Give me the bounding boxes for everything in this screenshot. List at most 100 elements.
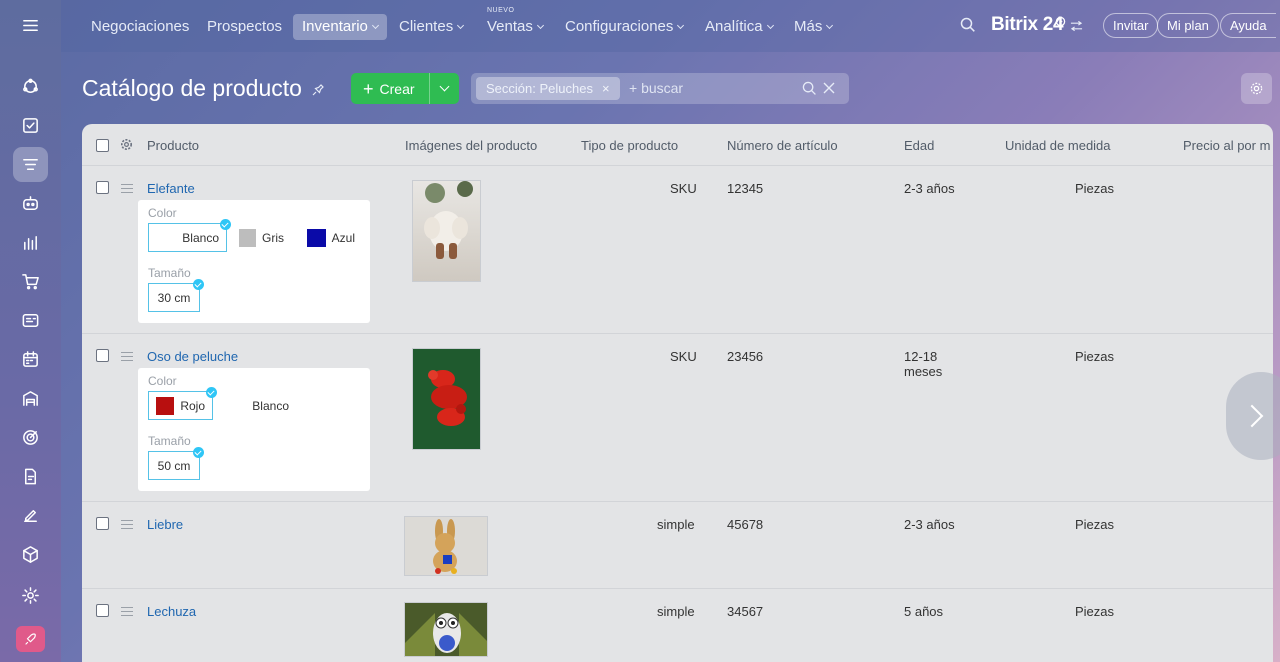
product-name-link[interactable]: Elefante — [147, 181, 195, 196]
drag-handle-icon[interactable] — [121, 352, 133, 361]
tasks-icon[interactable] — [13, 108, 48, 143]
table-row[interactable]: Liebre simple 45678 2-3 años Piezas — [82, 502, 1273, 589]
product-name-link[interactable]: Oso de peluche — [147, 349, 238, 364]
table-row[interactable]: Elefante Color Blanco Gris Azul Tamaño 3… — [82, 166, 1273, 334]
menu-icon[interactable] — [13, 8, 48, 43]
size-option[interactable]: 50 cm — [148, 447, 204, 480]
nav-label: Más — [794, 18, 823, 35]
my-plan-button[interactable]: Mi plan — [1157, 13, 1219, 38]
nav-analitica[interactable]: Analítica — [696, 14, 782, 40]
page-settings-button[interactable] — [1241, 73, 1272, 104]
table-row[interactable]: Oso de peluche Color Rojo Blanco Tamaño … — [82, 334, 1273, 502]
filter-search-bar[interactable]: Sección: Peluches × + buscar — [471, 73, 849, 104]
swap-icon[interactable] — [1070, 20, 1083, 32]
box-icon[interactable] — [13, 537, 48, 572]
calendar-icon[interactable] — [13, 342, 48, 377]
drag-handle-icon[interactable] — [121, 607, 133, 616]
next-page-button[interactable] — [1226, 372, 1280, 460]
create-main[interactable]: + Crear — [351, 80, 429, 98]
column-header[interactable]: Número de artículo — [727, 138, 838, 153]
select-all-checkbox[interactable] — [96, 139, 109, 152]
check-icon — [193, 279, 204, 290]
article-number: 45678 — [727, 517, 764, 532]
nav-ventas[interactable]: Ventas — [478, 14, 552, 40]
product-name-link[interactable]: Liebre — [147, 517, 183, 532]
color-option-blanco[interactable]: Blanco — [148, 219, 231, 252]
product-image[interactable] — [404, 602, 488, 657]
owl-photo — [405, 613, 487, 656]
column-header[interactable]: Producto — [147, 138, 199, 153]
product-type: SKU — [670, 349, 697, 364]
age: 2-3 años — [904, 181, 955, 196]
column-header[interactable]: Imágenes del producto — [405, 138, 537, 153]
nav-configuraciones[interactable]: Configuraciones — [556, 14, 692, 40]
product-image[interactable] — [404, 516, 488, 576]
document-icon[interactable] — [13, 459, 48, 494]
rocket-icon[interactable] — [16, 626, 45, 652]
color-option-blanco[interactable]: Blanco — [217, 391, 297, 420]
search-input[interactable]: + buscar — [629, 80, 683, 96]
catalog-icon[interactable] — [13, 147, 48, 182]
robot-icon[interactable] — [13, 186, 48, 221]
gear-icon — [1250, 82, 1263, 95]
color-swatch — [156, 396, 175, 415]
product-name-link[interactable]: Lechuza — [147, 604, 196, 619]
plus-icon: + — [363, 78, 374, 99]
create-button[interactable]: + Crear — [351, 73, 459, 104]
invite-button[interactable]: Invitar — [1103, 13, 1159, 38]
option-label: Blanco — [252, 398, 289, 413]
article-number: 34567 — [727, 604, 764, 619]
help-button[interactable]: Ayuda — [1220, 13, 1276, 38]
drag-handle-icon[interactable] — [121, 520, 133, 529]
column-header[interactable]: Edad — [904, 138, 934, 153]
nav-negociaciones[interactable]: Negociaciones — [82, 14, 198, 40]
nav-inventario[interactable]: Inventario — [293, 14, 387, 40]
option-label: Blanco — [182, 230, 219, 245]
sign-icon[interactable] — [13, 498, 48, 533]
column-header[interactable]: Tipo de producto — [581, 138, 678, 153]
search-icon[interactable] — [802, 81, 817, 96]
settings-icon[interactable] — [13, 578, 48, 613]
size-option[interactable]: 30 cm — [148, 279, 204, 312]
option-label: Gris — [262, 230, 284, 245]
crm-icon[interactable] — [13, 69, 48, 104]
pin-icon[interactable] — [311, 83, 325, 97]
cart-icon[interactable] — [13, 264, 48, 299]
row-checkbox[interactable] — [96, 181, 109, 194]
row-checkbox[interactable] — [96, 349, 109, 362]
nav-clientes[interactable]: Clientes — [390, 14, 472, 40]
product-type: simple — [657, 517, 695, 532]
contact-card-icon[interactable] — [13, 303, 48, 338]
row-checkbox[interactable] — [96, 604, 109, 617]
color-option-rojo[interactable]: Rojo — [148, 387, 217, 420]
color-option-azul[interactable]: Azul — [299, 223, 363, 252]
product-image[interactable] — [412, 348, 481, 450]
row-checkbox[interactable] — [96, 517, 109, 530]
chevron-down-icon — [457, 21, 465, 30]
filter-tag[interactable]: Sección: Peluches × — [476, 77, 620, 100]
product-image[interactable] — [412, 180, 481, 282]
create-dropdown[interactable] — [430, 81, 459, 92]
target-icon[interactable] — [13, 420, 48, 455]
clear-icon[interactable] — [823, 82, 835, 94]
search-icon[interactable] — [960, 17, 976, 33]
analytics-icon[interactable] — [13, 225, 48, 260]
column-header[interactable]: Precio al por m — [1183, 138, 1270, 153]
size-label: Tamaño — [148, 434, 191, 448]
nav-label: Clientes — [399, 18, 454, 35]
check-icon — [193, 447, 204, 458]
chevron-down-icon — [371, 21, 379, 30]
nav-prospectos[interactable]: Prospectos — [198, 14, 291, 40]
color-option-gris[interactable]: Gris — [231, 223, 292, 252]
remove-filter-icon[interactable]: × — [602, 81, 610, 96]
column-header[interactable]: Unidad de medida — [1005, 138, 1111, 153]
nav-label: Prospectos — [207, 18, 283, 35]
elephant-photo — [424, 181, 473, 259]
nav-mas[interactable]: Más — [785, 14, 841, 40]
option-label: Rojo — [180, 398, 205, 413]
warehouse-icon[interactable] — [13, 381, 48, 416]
table-row[interactable]: Lechuza simple 34567 5 años Piezas — [82, 589, 1273, 662]
gear-icon[interactable] — [120, 138, 133, 151]
drag-handle-icon[interactable] — [121, 184, 133, 193]
nav-label: Inventario — [302, 18, 368, 35]
